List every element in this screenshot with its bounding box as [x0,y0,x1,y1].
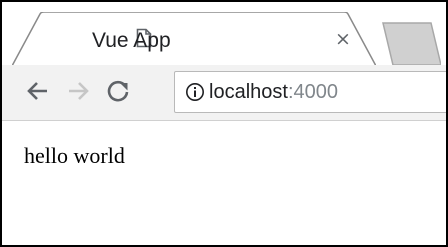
browser-window: Vue App × localhost:4000 hello world [0,0,448,247]
url-port: :4000 [287,81,338,103]
back-button[interactable] [22,75,54,107]
page-text: hello world [24,143,125,168]
reload-button[interactable] [102,75,134,107]
new-tab-button[interactable] [369,21,442,67]
reload-icon [107,80,129,102]
url-host: localhost [209,81,288,103]
arrow-right-icon [69,82,89,100]
forward-button[interactable] [62,75,94,107]
page-content: hello world [2,121,446,245]
info-icon[interactable] [185,82,205,102]
tab-strip: Vue App × [2,2,446,67]
browser-toolbar: localhost:4000 [2,65,446,121]
tab-shape [12,12,376,66]
arrow-left-icon [27,82,47,100]
tab-vue-app[interactable]: Vue App × [12,12,376,66]
new-tab-shape [382,22,442,66]
url-text[interactable]: localhost:4000 [209,80,338,104]
address-bar[interactable]: localhost:4000 [174,71,446,113]
tab-close-button[interactable]: × [332,28,354,50]
tab-title: Vue App [92,29,171,52]
